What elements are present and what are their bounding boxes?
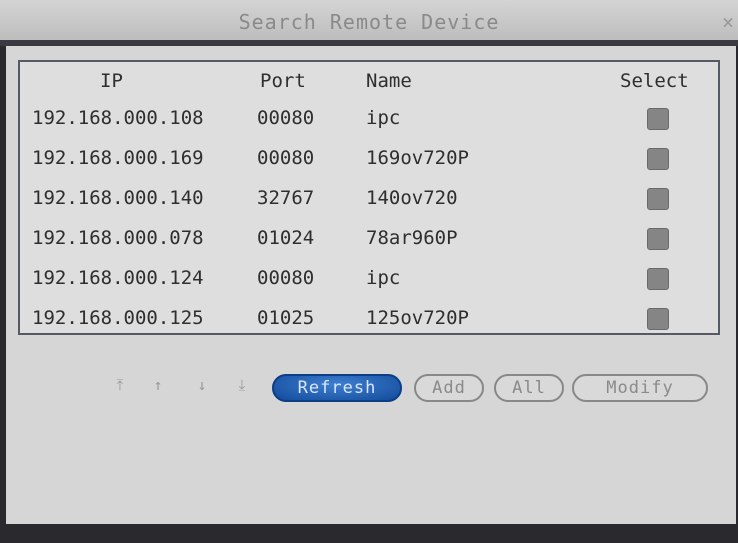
- modify-button[interactable]: Modify: [572, 374, 708, 402]
- select-checkbox[interactable]: [647, 308, 669, 330]
- table-row[interactable]: 192.168.000.078 01024 78ar960P: [20, 218, 720, 258]
- port-cell: 00080: [257, 147, 315, 169]
- table-row[interactable]: 192.168.000.108 00080 ipc: [20, 98, 720, 138]
- ip-cell: 192.168.000.169: [32, 147, 204, 169]
- port-cell: 00080: [257, 107, 315, 129]
- port-cell: 32767: [257, 187, 315, 209]
- name-cell: 78ar960P: [366, 227, 458, 249]
- ip-cell: 192.168.000.125: [32, 307, 204, 329]
- column-header-name: Name: [366, 70, 412, 92]
- port-cell: 00080: [257, 267, 315, 289]
- name-cell: ipc: [366, 107, 401, 129]
- window-title: Search Remote Device: [238, 10, 500, 34]
- device-table: IP Port Name Select 192.168.000.108 0008…: [18, 60, 720, 335]
- column-header-port: Port: [260, 70, 306, 92]
- bottom-bar: [0, 524, 738, 543]
- table-row[interactable]: 192.168.000.140 32767 140ov720: [20, 178, 720, 218]
- port-cell: 01025: [257, 307, 315, 329]
- close-icon[interactable]: ×: [722, 10, 734, 34]
- name-cell: 140ov720: [366, 187, 458, 209]
- table-row[interactable]: 192.168.000.125 01025 125ov720P: [20, 298, 720, 338]
- ip-cell: 192.168.000.140: [32, 187, 204, 209]
- select-checkbox[interactable]: [647, 148, 669, 170]
- select-checkbox[interactable]: [647, 108, 669, 130]
- title-bar: Search Remote Device ×: [0, 0, 738, 46]
- select-checkbox[interactable]: [647, 268, 669, 290]
- last-page-icon[interactable]: ⤓: [234, 377, 250, 393]
- first-page-icon[interactable]: ⤒: [112, 377, 128, 393]
- column-header-select: Select: [620, 70, 689, 92]
- page-up-icon[interactable]: ↑: [150, 377, 166, 393]
- select-all-button[interactable]: All: [494, 374, 564, 402]
- select-checkbox[interactable]: [647, 228, 669, 250]
- name-cell: 169ov720P: [366, 147, 469, 169]
- name-cell: 125ov720P: [366, 307, 469, 329]
- table-row[interactable]: 192.168.000.124 00080 ipc: [20, 258, 720, 298]
- ip-cell: 192.168.000.078: [32, 227, 204, 249]
- ip-cell: 192.168.000.108: [32, 107, 204, 129]
- refresh-button[interactable]: Refresh: [272, 374, 402, 402]
- port-cell: 01024: [257, 227, 315, 249]
- select-checkbox[interactable]: [647, 188, 669, 210]
- page-down-icon[interactable]: ↓: [194, 377, 210, 393]
- table-row[interactable]: 192.168.000.169 00080 169ov720P: [20, 138, 720, 178]
- add-button[interactable]: Add: [414, 374, 484, 402]
- ip-cell: 192.168.000.124: [32, 267, 204, 289]
- column-header-ip: IP: [100, 70, 123, 92]
- name-cell: ipc: [366, 267, 401, 289]
